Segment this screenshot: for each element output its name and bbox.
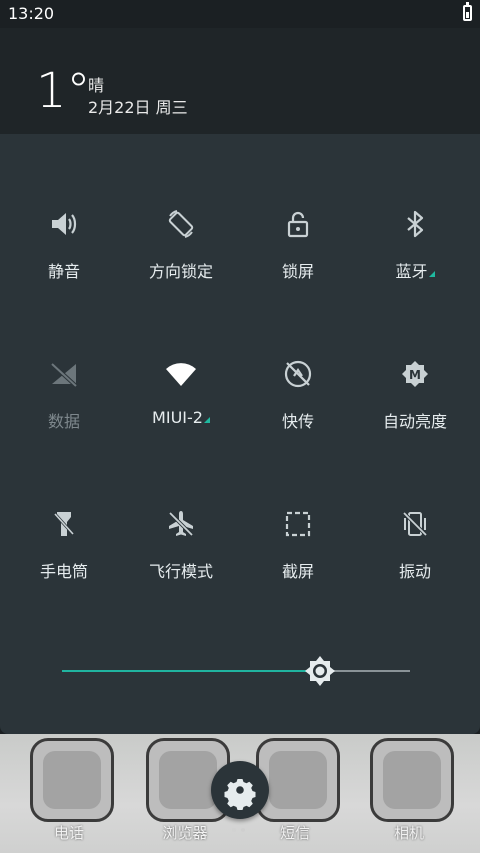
battery-charging-icon: [463, 2, 472, 21]
brightness-slider-fill: [62, 670, 320, 672]
airplane-off-icon: [168, 511, 194, 537]
tile-label: MIUI-2: [122, 408, 240, 427]
tile-label: 静音: [47, 262, 80, 281]
date-text: 2月22日 周三: [88, 98, 188, 117]
status-time: 13:20: [8, 4, 55, 23]
gear-icon: [224, 779, 256, 810]
tile-label: 自动亮度: [382, 412, 447, 431]
page-dot-active: [241, 828, 245, 832]
dock-label-camera: 相机: [393, 824, 424, 842]
weather-condition: 晴: [88, 76, 105, 95]
settings-button[interactable]: [211, 761, 269, 819]
weather-header[interactable]: 1° 晴 2月22日 周三: [0, 28, 480, 134]
lock-icon: [287, 211, 309, 238]
temperature: 1°: [36, 63, 91, 119]
quick-settings-panel: 静音 方向锁定 锁屏 蓝牙 数据 MIUI-2 快传 M 自动亮度 手电筒 飞行…: [0, 134, 480, 734]
svg-text:M: M: [409, 368, 421, 382]
tile-label: 飞行模式: [148, 562, 213, 581]
auto-brightness-icon: M: [402, 361, 428, 387]
tile-mobile-data[interactable]: 数据: [5, 358, 123, 432]
tile-mute[interactable]: 静音: [5, 208, 123, 282]
tile-label: 数据: [47, 412, 80, 431]
phone-app-icon[interactable]: [30, 738, 114, 822]
dock-label-browser: 浏览器: [162, 824, 208, 842]
camera-app-icon[interactable]: [370, 738, 454, 822]
tile-vibrate[interactable]: 振动: [356, 508, 474, 582]
tile-label: 快传: [281, 412, 314, 431]
tile-label: 锁屏: [281, 262, 314, 281]
tile-wifi[interactable]: MIUI-2: [122, 358, 240, 427]
expand-indicator-icon: [203, 417, 210, 423]
bluetooth-icon: [407, 210, 424, 238]
wifi-network-label: MIUI-2: [152, 408, 203, 427]
page-dot: [232, 828, 236, 832]
flashlight-icon: [53, 512, 75, 536]
tile-auto-brightness[interactable]: M 自动亮度: [356, 358, 474, 432]
dock-label-phone: 电话: [53, 824, 84, 842]
tile-quick-transfer[interactable]: 快传: [239, 358, 357, 432]
tile-airplane-mode[interactable]: 飞行模式: [122, 508, 240, 582]
rotation-lock-icon: [168, 210, 194, 238]
wifi-icon: [166, 363, 196, 386]
volume-icon: [52, 213, 77, 235]
tile-rotation-lock[interactable]: 方向锁定: [122, 208, 240, 282]
brightness-slider[interactable]: [62, 656, 410, 686]
bluetooth-label: 蓝牙: [395, 262, 428, 281]
tile-bluetooth[interactable]: 蓝牙: [356, 208, 474, 282]
tile-lock-screen[interactable]: 锁屏: [239, 208, 357, 282]
tile-label: 手电筒: [39, 562, 88, 581]
screenshot-icon: [285, 511, 311, 537]
tile-label: 蓝牙: [356, 258, 474, 282]
tile-label: 振动: [398, 562, 431, 581]
brightness-thumb-icon[interactable]: [303, 654, 337, 688]
expand-indicator-icon: [428, 271, 435, 277]
tile-label: 方向锁定: [148, 262, 213, 281]
mobile-data-off-icon: [50, 362, 78, 388]
page-indicator: [232, 828, 248, 834]
tile-flashlight[interactable]: 手电筒: [5, 508, 123, 582]
dock-label-messages: 短信: [279, 824, 310, 842]
quick-transfer-icon: [284, 360, 312, 388]
tile-label: 截屏: [281, 562, 314, 581]
tile-screenshot[interactable]: 截屏: [239, 508, 357, 582]
vibrate-off-icon: [402, 511, 428, 537]
